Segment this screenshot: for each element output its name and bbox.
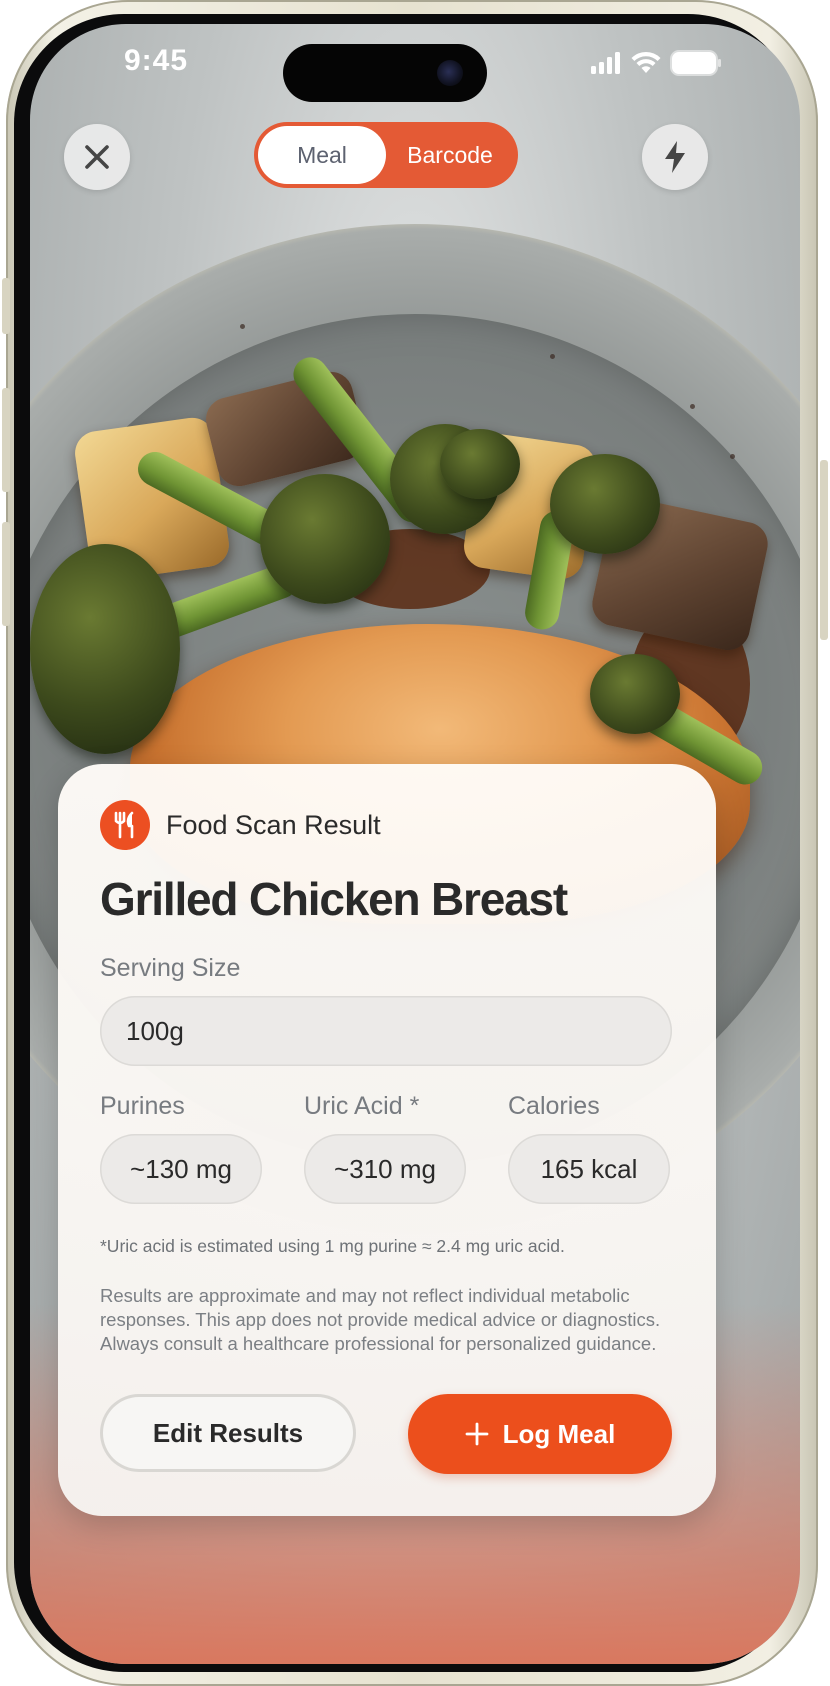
serving-size-input[interactable]: 100g [100, 996, 672, 1066]
lightning-bolt-icon [665, 141, 685, 173]
status-time: 9:45 [124, 44, 189, 77]
broccoli-floret [30, 544, 180, 754]
wifi-icon [631, 51, 661, 73]
purines-value[interactable]: ~130 mg [100, 1134, 262, 1204]
mode-barcode-tab[interactable]: Barcode [386, 126, 514, 184]
calories-label: Calories [508, 1092, 600, 1120]
plate-speck [240, 324, 245, 329]
volume-down-button [2, 522, 10, 626]
battery-icon [672, 52, 721, 74]
status-icons [591, 50, 721, 76]
fork-knife-icon [100, 800, 150, 850]
edit-results-label: Edit Results [152, 1417, 304, 1448]
calories-value[interactable]: 165 kcal [508, 1134, 670, 1204]
scan-mode-toggle[interactable]: Meal Barcode [254, 122, 518, 188]
card-header-label: Food Scan Result [166, 809, 381, 840]
dynamic-island [283, 44, 487, 102]
flash-button[interactable] [642, 124, 708, 190]
log-meal-button[interactable]: Log Meal [408, 1394, 672, 1474]
food-name: Grilled Chicken Breast [100, 873, 568, 925]
uric-acid-value[interactable]: ~310 mg [304, 1134, 466, 1204]
close-button[interactable] [64, 124, 130, 190]
plate-speck [730, 454, 735, 459]
broccoli-floret [440, 429, 520, 499]
front-camera [437, 60, 463, 86]
screen: 9:45 Meal Barcode Food Scan Result Grill… [30, 24, 800, 1664]
power-button [820, 460, 828, 640]
plus-icon [465, 1422, 489, 1446]
food-scan-result-card: Food Scan Result Grilled Chicken Breast … [58, 764, 716, 1516]
broccoli-floret [260, 474, 390, 604]
uric-acid-label: Uric Acid * [304, 1092, 420, 1120]
broccoli-floret [550, 454, 660, 554]
serving-size-label: Serving Size [100, 954, 241, 982]
cellular-signal-icon [591, 52, 620, 74]
purines-label: Purines [100, 1092, 185, 1120]
mode-meal-tab[interactable]: Meal [258, 126, 386, 184]
broccoli-floret [590, 654, 680, 734]
card-header: Food Scan Result [100, 800, 381, 850]
close-icon [85, 145, 109, 169]
log-meal-label: Log Meal [502, 1418, 616, 1449]
plate-speck [690, 404, 695, 409]
edit-results-button[interactable]: Edit Results [100, 1394, 356, 1472]
action-button [2, 278, 10, 334]
volume-up-button [2, 388, 10, 492]
medical-disclaimer: Results are approximate and may not refl… [100, 1285, 661, 1354]
uric-acid-footnote: *Uric acid is estimated using 1 mg purin… [100, 1236, 565, 1256]
plate-speck [550, 354, 555, 359]
